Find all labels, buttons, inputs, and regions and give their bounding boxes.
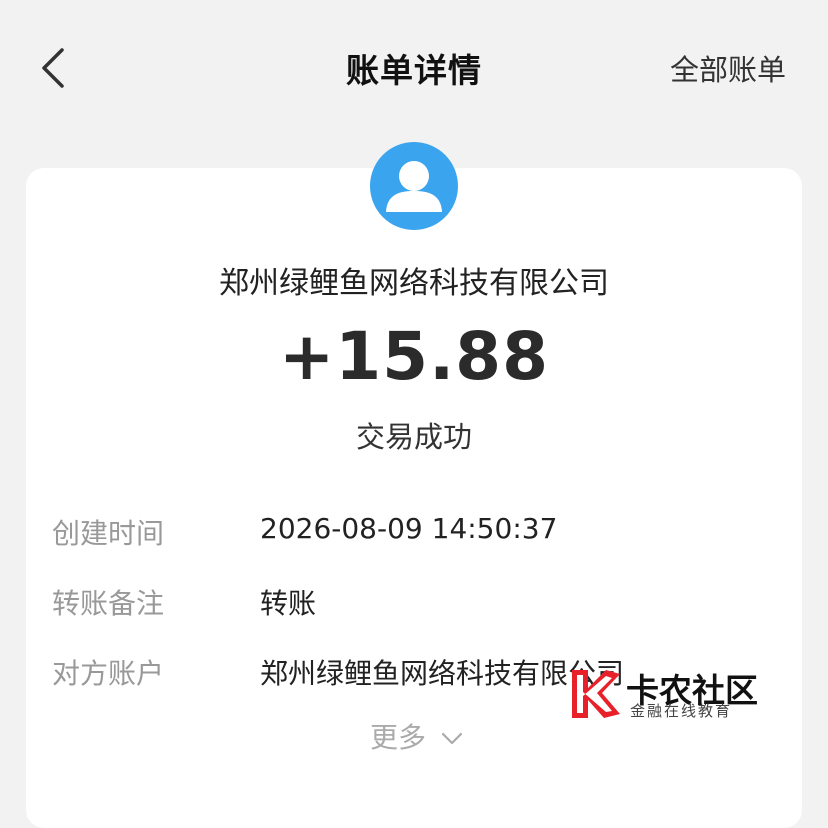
more-label: 更多 xyxy=(370,721,427,754)
detail-value: 2026-08-09 14:50:37 xyxy=(260,512,558,545)
detail-row-created-time: 创建时间 2026-08-09 14:50:37 xyxy=(0,512,828,562)
watermark-subtitle: 金融在线教育 xyxy=(630,702,733,720)
detail-label: 创建时间 xyxy=(52,517,165,550)
kanong-logo-icon xyxy=(572,670,620,718)
watermark: 卡农社区 金融在线教育 xyxy=(566,660,766,724)
all-bills-link[interactable]: 全部账单 xyxy=(670,47,786,89)
detail-row-transfer-note: 转账备注 转账 xyxy=(0,582,828,632)
detail-label: 转账备注 xyxy=(52,587,165,620)
navigation-bar: 账单详情 全部账单 xyxy=(0,0,828,136)
counterparty-name: 郑州绿鲤鱼网络科技有限公司 xyxy=(219,266,609,301)
more-button[interactable]: 更多 xyxy=(370,716,463,756)
transaction-amount: +15.88 xyxy=(278,318,550,395)
user-avatar-icon xyxy=(370,142,458,230)
detail-label: 对方账户 xyxy=(52,657,165,690)
transaction-status: 交易成功 xyxy=(355,420,472,454)
detail-value: 转账 xyxy=(260,587,317,620)
chevron-down-icon xyxy=(441,732,463,745)
